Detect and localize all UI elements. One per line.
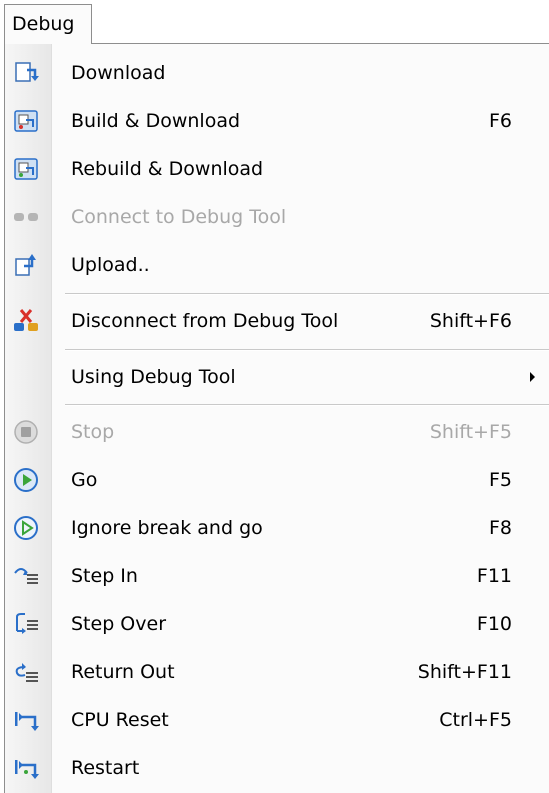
menu-separator (65, 293, 549, 295)
menu-item-label: Stop (71, 421, 115, 443)
step-over-icon (13, 611, 39, 637)
menu-item-restart[interactable]: Restart (5, 744, 549, 792)
menu-item-label: CPU Reset (71, 709, 169, 731)
menu-item-rebuild-download[interactable]: Rebuild & Download (5, 145, 549, 193)
menu-separator (65, 349, 549, 351)
menu-item-label: Upload.. (71, 254, 150, 276)
go-icon (13, 467, 39, 493)
menu-item-shortcut: F5 (488, 469, 512, 491)
debug-menu-tab[interactable]: Debug (4, 4, 92, 44)
menu-item-download[interactable]: Download (5, 49, 549, 97)
menu-item-step-in[interactable]: Step In F11 (5, 552, 549, 600)
menu-item-label: Connect to Debug Tool (71, 206, 287, 228)
menu-item-shortcut: Ctrl+F5 (439, 709, 512, 731)
menu-item-ignore-break-and-go[interactable]: Ignore break and go F8 (5, 504, 549, 552)
ignore-break-go-icon (13, 515, 39, 541)
download-icon (13, 60, 39, 86)
menu-item-label: Build & Download (71, 110, 241, 132)
menu-item-label: Disconnect from Debug Tool (71, 310, 339, 332)
menu-item-stop[interactable]: Stop Shift+F5 (5, 408, 549, 456)
upload-icon (13, 252, 39, 278)
menu-item-shortcut: F8 (488, 517, 512, 539)
rebuild-download-icon (13, 156, 39, 182)
menu-item-return-out[interactable]: Return Out Shift+F11 (5, 648, 549, 696)
menu-item-shortcut: Shift+F5 (429, 421, 512, 443)
menu-item-using-debug-tool[interactable]: Using Debug Tool (5, 353, 549, 401)
menu-item-shortcut: F11 (476, 565, 512, 587)
build-download-icon (13, 108, 39, 134)
disconnect-icon (13, 308, 39, 334)
menu-item-shortcut: Shift+F11 (417, 661, 512, 683)
menu-item-label: Download (71, 62, 166, 84)
menu-item-label: Return Out (71, 661, 175, 683)
menu-item-cpu-reset[interactable]: CPU Reset Ctrl+F5 (5, 696, 549, 744)
menu-item-shortcut: F10 (476, 613, 512, 635)
menu-item-label: Using Debug Tool (71, 366, 236, 388)
menu-item-label: Ignore break and go (71, 517, 263, 539)
stop-icon (13, 419, 39, 445)
menu-item-connect-debug-tool[interactable]: Connect to Debug Tool (5, 193, 549, 241)
menu-item-label: Restart (71, 757, 140, 779)
menu-item-step-over[interactable]: Step Over F10 (5, 600, 549, 648)
menu-item-build-download[interactable]: Build & Download F6 (5, 97, 549, 145)
menu-item-disconnect-debug-tool[interactable]: Disconnect from Debug Tool Shift+F6 (5, 297, 549, 345)
menu-item-shortcut: F6 (488, 110, 512, 132)
menu-item-shortcut: Shift+F6 (429, 310, 512, 332)
step-in-icon (13, 563, 39, 589)
restart-icon (13, 755, 39, 781)
debug-dropdown-menu: Download Build & Download F6 Rebuild & D… (4, 43, 549, 793)
menu-item-label: Step Over (71, 613, 166, 635)
menu-separator (65, 404, 549, 406)
menu-item-label: Step In (71, 565, 138, 587)
return-out-icon (13, 659, 39, 685)
menu-item-upload[interactable]: Upload.. (5, 241, 549, 289)
cpu-reset-icon (13, 707, 39, 733)
menu-bar: Debug (0, 0, 549, 46)
menu-item-label: Go (71, 469, 98, 491)
menu-item-go[interactable]: Go F5 (5, 456, 549, 504)
menu-item-label: Rebuild & Download (71, 158, 264, 180)
connect-icon (13, 204, 39, 230)
submenu-arrow-icon (530, 372, 535, 382)
